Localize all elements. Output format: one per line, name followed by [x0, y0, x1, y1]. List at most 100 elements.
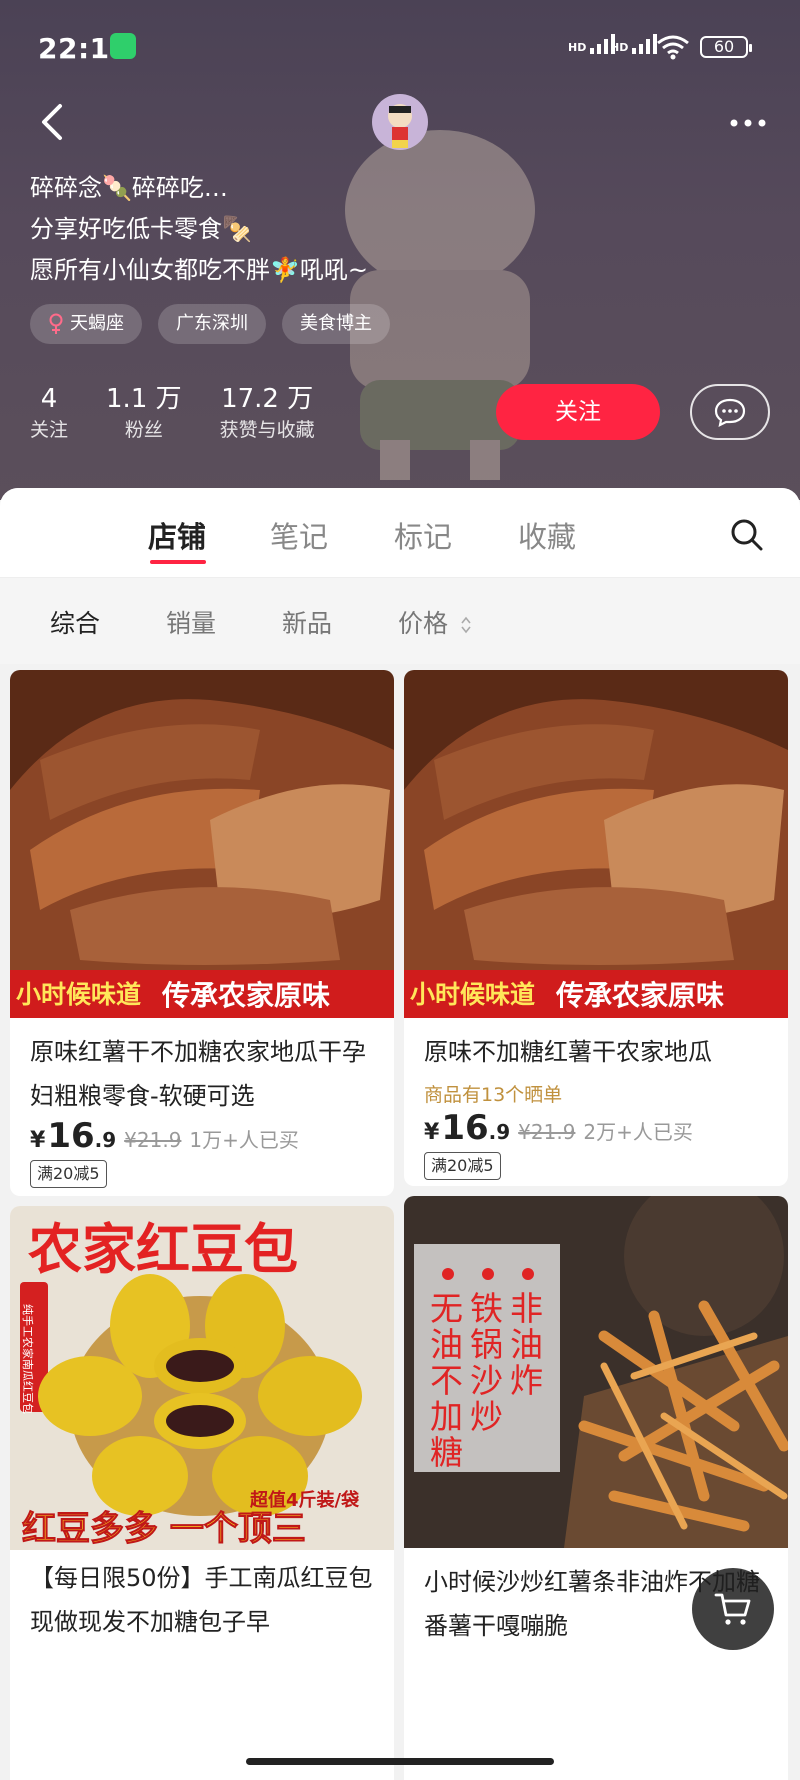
price-decimal: .9 — [94, 1128, 117, 1152]
follow-button[interactable]: 关注 — [496, 384, 660, 440]
coupon-badge: 满20减5 — [30, 1160, 107, 1188]
stat-likes[interactable]: 17.2 万 获赞与收藏 — [220, 382, 315, 444]
product-title: 原味不加糖红薯干农家地瓜 — [424, 1038, 712, 1066]
image-text: 炸 — [510, 1361, 543, 1400]
banner-right-text: 传承农家原味 — [555, 979, 724, 1012]
tag-role[interactable]: 美食博主 — [282, 304, 390, 344]
tag-label: 美食博主 — [300, 313, 372, 334]
price-row: ¥ 16 .9 ¥21.9 2万+人已买 — [424, 1108, 693, 1148]
filter-new[interactable]: 新品 — [282, 604, 332, 640]
tab-notes[interactable]: 笔记 — [270, 514, 328, 556]
product-image: 农家红豆包 纯手工农家南瓜红豆包 超值4斤装/袋 红豆多多 一个顶三 — [10, 1206, 394, 1550]
product-slogan: 红豆多多 一个顶三 — [22, 1509, 306, 1549]
battery-icon: 60 — [700, 36, 752, 58]
price-symbol: ¥ — [424, 1120, 440, 1145]
profile-stats: 4 关注 1.1 万 粉丝 17.2 万 获赞与收藏 — [30, 382, 315, 444]
product-title: 【每日限50份】手工南瓜红豆包现做现发不加糖包子早 — [30, 1564, 373, 1636]
image-text: 锅 — [470, 1325, 503, 1364]
product-image: 小时候味道 传承农家原味 — [10, 670, 394, 1018]
wifi-icon — [657, 35, 689, 60]
image-text: 油 — [430, 1325, 463, 1364]
home-indicator[interactable] — [246, 1758, 554, 1765]
filter-sales[interactable]: 销量 — [166, 604, 216, 640]
banner-left-text: 小时候味道 — [16, 980, 141, 1009]
price-integer: 16 — [47, 1116, 95, 1156]
tag-location[interactable]: 广东深圳 — [158, 304, 266, 344]
tab-shop[interactable]: 店铺 — [148, 514, 206, 556]
avatar[interactable] — [372, 94, 428, 150]
image-text: 铁 — [470, 1289, 503, 1328]
price-decimal: .9 — [488, 1120, 511, 1144]
product-card[interactable]: 农家红豆包 纯手工农家南瓜红豆包 超值4斤装/袋 红豆多多 一个顶三 【每日限5… — [10, 1206, 394, 1780]
product-card[interactable]: 小时候味道 传承农家原味 原味红薯干不加糖农家地瓜干孕妇粗粮零食-软硬可选 ¥ … — [10, 670, 394, 1196]
product-card[interactable]: 无 油 不 加 糖 铁 锅 沙 炒 非 油 炸 小时候沙炒红薯条非油炸不加糖番薯… — [404, 1196, 788, 1780]
tag-label: 天蝎座 — [70, 313, 124, 334]
network-label: HD — [568, 41, 587, 54]
stat-label: 获赞与收藏 — [219, 419, 315, 441]
stat-followers[interactable]: 1.1 万 粉丝 — [106, 382, 182, 444]
cart-icon — [714, 1593, 751, 1625]
app-root: 22:16 HD HD 60 碎碎念🍡碎碎吃… 分享好吃低卡零食🍢 愿所有小仙女… — [0, 0, 800, 1780]
tag-zodiac[interactable]: 天蝎座 — [30, 304, 142, 344]
price-integer: 16 — [441, 1108, 489, 1148]
price-symbol: ¥ — [30, 1128, 46, 1153]
image-text: 无 — [430, 1289, 463, 1328]
banner-left-text: 小时候味道 — [410, 980, 535, 1009]
stat-number: 4 — [40, 384, 58, 414]
product-headline: 农家红豆包 — [28, 1218, 298, 1281]
status-bar: 22:16 HD HD 60 — [0, 0, 800, 96]
female-icon — [49, 313, 63, 334]
product-card[interactable]: 小时候味道 传承农家原味 原味不加糖红薯干农家地瓜 商品有13个晒单 ¥ 16 … — [404, 670, 788, 1186]
shield-icon — [110, 33, 136, 59]
filter-overall[interactable]: 综合 — [50, 604, 100, 640]
active-tab-indicator — [150, 560, 206, 564]
cart-button[interactable] — [692, 1568, 774, 1650]
product-image: 小时候味道 传承农家原味 — [404, 670, 788, 1018]
network-label-2: HD — [610, 41, 629, 54]
coupon-badge: 满20减5 — [424, 1152, 501, 1180]
stat-number: 17.2 万 — [221, 384, 314, 414]
product-side-label: 纯手工农家南瓜红豆包 — [21, 1304, 35, 1414]
battery-level: 60 — [713, 37, 735, 56]
profile-tags: 天蝎座 广东深圳 美食博主 — [30, 304, 390, 344]
image-text: 炒 — [470, 1397, 503, 1436]
sold-count: 1万+人已买 — [189, 1128, 299, 1152]
original-price: ¥21.9 — [518, 1120, 576, 1144]
image-text: 加 — [430, 1397, 463, 1436]
bio-line: 愿所有小仙女都吃不胖🧚吼吼~ — [30, 256, 368, 284]
signal-icon: HD — [568, 34, 616, 54]
stat-following[interactable]: 4 关注 — [30, 382, 68, 444]
image-text: 糖 — [430, 1433, 463, 1472]
profile-bio: 碎碎念🍡碎碎吃… 分享好吃低卡零食🍢 愿所有小仙女都吃不胖🧚吼吼~ — [30, 168, 368, 291]
filter-price[interactable]: 价格 — [398, 604, 472, 640]
sort-arrows-icon — [461, 616, 471, 634]
image-text: 不 — [430, 1361, 463, 1400]
more-icon[interactable] — [726, 110, 770, 136]
original-price: ¥21.9 — [124, 1128, 182, 1152]
price-row: ¥ 16 .9 ¥21.9 1万+人已买 — [30, 1116, 299, 1156]
chat-icon — [714, 398, 746, 427]
product-title: 原味红薯干不加糖农家地瓜干孕妇粗粮零食-软硬可选 — [30, 1038, 366, 1110]
image-text: 沙 — [470, 1361, 503, 1400]
message-button[interactable] — [690, 384, 770, 440]
bio-line: 分享好吃低卡零食🍢 — [30, 215, 252, 243]
back-icon[interactable] — [34, 100, 74, 144]
tab-marks[interactable]: 标记 — [394, 514, 452, 556]
profile-header: 22:16 HD HD 60 碎碎念🍡碎碎吃… 分享好吃低卡零食🍢 愿所有小仙女… — [0, 0, 800, 500]
content-panel: 店铺 笔记 标记 收藏 综合 销量 新品 价格 小时候味道 传承农家原味 原味红… — [0, 488, 800, 1780]
image-text: 非 — [510, 1289, 543, 1328]
image-text: 油 — [510, 1325, 543, 1364]
signal-icon-2: HD — [610, 34, 658, 54]
bio-line: 碎碎念🍡碎碎吃… — [30, 174, 228, 202]
review-count: 商品有13个晒单 — [424, 1084, 563, 1106]
tab-bar: 店铺 笔记 标记 收藏 — [0, 488, 800, 578]
banner-right-text: 传承农家原味 — [161, 979, 330, 1012]
tag-label: 广东深圳 — [176, 313, 248, 334]
sold-count: 2万+人已买 — [583, 1120, 693, 1144]
stat-label: 粉丝 — [124, 419, 163, 441]
tab-collections[interactable]: 收藏 — [518, 514, 576, 556]
filter-bar: 综合 销量 新品 价格 — [0, 578, 800, 664]
filter-price-label: 价格 — [398, 609, 449, 638]
stat-number: 1.1 万 — [106, 384, 182, 414]
search-icon[interactable] — [730, 518, 764, 552]
